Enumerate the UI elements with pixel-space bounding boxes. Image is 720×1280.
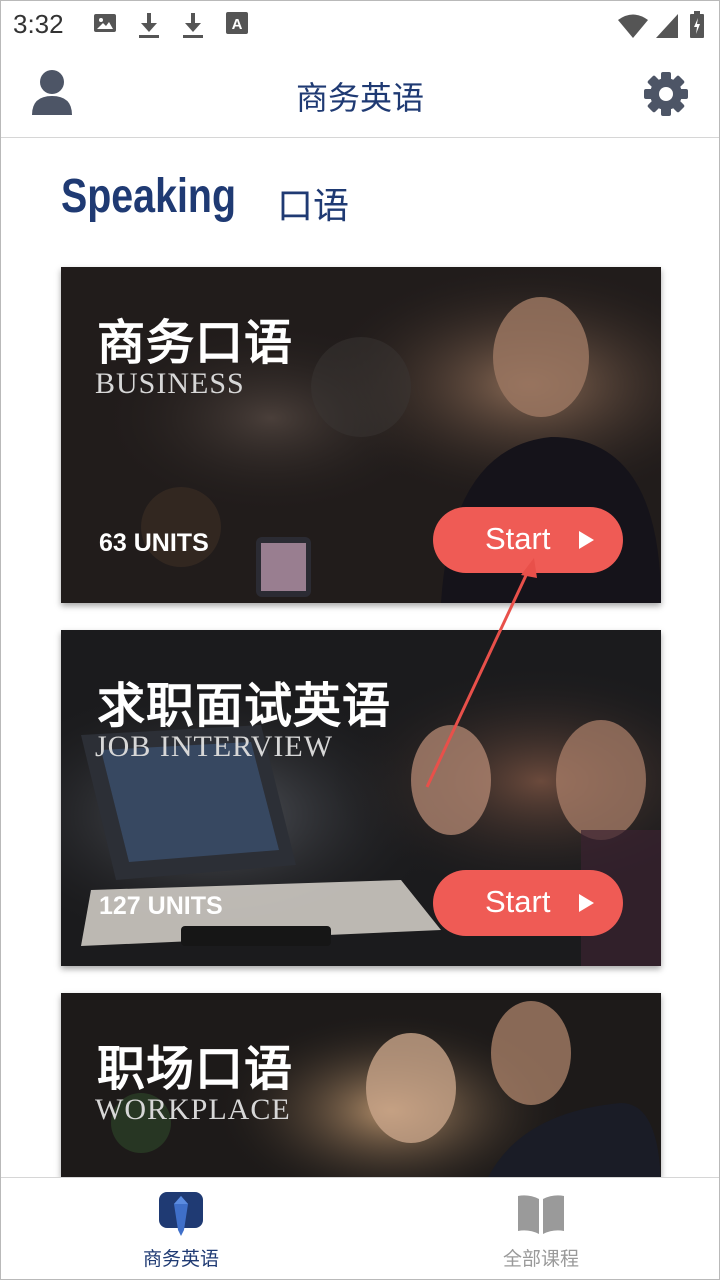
card-title: 求职面试英语 (97, 678, 392, 734)
start-button[interactable]: Start (433, 870, 623, 936)
download-icon (139, 13, 159, 38)
course-card-job-interview[interactable]: 求职面试英语 JOB INTERVIEW 127 UNITS Start (61, 630, 661, 966)
app-screen: 3:32 A 商务英语 Speaking 口语 商务口语 BUSINESS 63… (0, 0, 720, 1280)
settings-button[interactable] (641, 69, 691, 119)
course-card-workplace[interactable]: 职场口语 WORKPLACE (61, 993, 661, 1177)
font-icon: A (226, 12, 248, 34)
tie-icon (159, 1192, 203, 1236)
book-icon (518, 1195, 564, 1234)
play-icon (579, 894, 594, 912)
nav-label: 商务英语 (142, 1248, 219, 1270)
image-icon (94, 14, 116, 32)
status-time: 3:32 (13, 9, 64, 39)
start-label: Start (485, 521, 551, 556)
section-title-en: Speaking (61, 170, 236, 223)
nav-tab-all-courses[interactable]: 全部课程 (441, 1178, 641, 1279)
start-button[interactable]: Start (433, 507, 623, 573)
svg-text:A: A (232, 16, 243, 33)
card-subtitle: BUSINESS (95, 367, 245, 400)
card-title: 职场口语 (97, 1041, 294, 1097)
status-bar: 3:32 A (1, 1, 719, 51)
app-bar: 商务英语 (1, 51, 719, 138)
units-count: 63 UNITS (99, 529, 209, 557)
units-count: 127 UNITS (99, 892, 223, 920)
battery-icon (690, 11, 704, 38)
start-label: Start (485, 884, 551, 919)
signal-icon (656, 14, 678, 38)
page-title: 商务英语 (295, 79, 424, 117)
section-title-cn: 口语 (277, 186, 350, 227)
wifi-icon (618, 14, 648, 38)
card-subtitle: JOB INTERVIEW (95, 730, 334, 763)
nav-label: 全部课程 (502, 1248, 579, 1270)
gear-icon (644, 72, 688, 116)
course-card-business[interactable]: 商务口语 BUSINESS 63 UNITS Start (61, 267, 661, 603)
download-icon (183, 13, 203, 38)
nav-tab-business-english[interactable]: 商务英语 (81, 1178, 281, 1279)
play-icon (579, 531, 594, 549)
card-title: 商务口语 (97, 315, 294, 371)
bottom-navigation: 商务英语 全部课程 (1, 1177, 719, 1279)
card-subtitle: WORKPLACE (95, 1093, 291, 1126)
